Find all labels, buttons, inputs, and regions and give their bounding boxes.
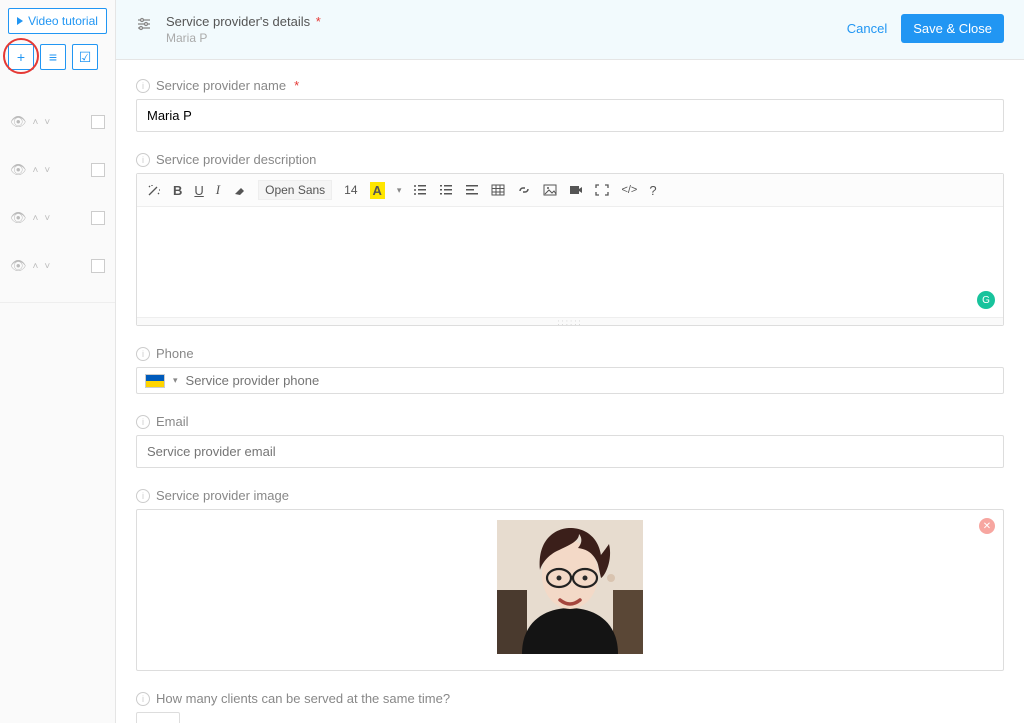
- bold-icon[interactable]: B: [173, 183, 182, 198]
- checkbox[interactable]: [91, 211, 105, 225]
- required-mark: *: [294, 78, 299, 93]
- form: i Service provider name* i Service provi…: [116, 60, 1024, 723]
- chevron-up-icon[interactable]: ˄: [33, 117, 39, 128]
- chevron-up-icon[interactable]: ˄: [33, 261, 39, 272]
- code-view-icon[interactable]: </>: [621, 184, 637, 196]
- settings-icon: [136, 16, 152, 37]
- plus-icon: +: [17, 49, 25, 65]
- sidebar-item[interactable]: 👁 ˄ ˅: [8, 110, 107, 134]
- remove-image-button[interactable]: ✕: [979, 518, 995, 534]
- image-icon[interactable]: [543, 184, 557, 196]
- chevron-down-icon[interactable]: ˅: [44, 213, 50, 224]
- table-icon[interactable]: [491, 184, 505, 196]
- field-description: i Service provider description B U I Ope…: [136, 152, 1004, 326]
- header-title: Service provider's details *: [166, 14, 321, 29]
- align-icon[interactable]: [465, 184, 479, 196]
- eye-icon: 👁: [10, 114, 27, 130]
- rich-text-editor: B U I Open Sans 14 A ▾: [136, 173, 1004, 326]
- save-close-button[interactable]: Save & Close: [901, 14, 1004, 43]
- label-email: i Email: [136, 414, 1004, 429]
- text-color-icon[interactable]: A: [370, 182, 385, 199]
- italic-icon[interactable]: I: [216, 182, 220, 198]
- checkbox[interactable]: [91, 163, 105, 177]
- fullscreen-icon[interactable]: [595, 184, 609, 196]
- chevron-down-icon[interactable]: ˅: [44, 117, 50, 128]
- chevron-up-icon[interactable]: ˄: [33, 213, 39, 224]
- font-size-select[interactable]: 14: [344, 183, 357, 197]
- info-icon: i: [136, 153, 150, 167]
- required-mark: *: [312, 14, 321, 29]
- rte-toolbar: B U I Open Sans 14 A ▾: [137, 174, 1003, 207]
- menu-icon: ≡: [49, 49, 57, 65]
- eraser-icon[interactable]: [232, 184, 246, 196]
- sidebar-item[interactable]: 👁 ˄ ˅: [8, 254, 107, 278]
- field-email: i Email: [136, 414, 1004, 468]
- label-clients: i How many clients can be served at the …: [136, 691, 1004, 706]
- eye-icon: 👁: [10, 210, 27, 226]
- underline-icon[interactable]: U: [194, 183, 203, 198]
- font-family-select[interactable]: Open Sans: [258, 180, 332, 200]
- chevron-up-icon[interactable]: ˄: [33, 165, 39, 176]
- checkbox[interactable]: [91, 115, 105, 129]
- rte-resize-handle[interactable]: ::::::: [137, 317, 1003, 325]
- sidebar-item[interactable]: 👁 ˄ ˅: [8, 206, 107, 230]
- add-button[interactable]: +: [8, 44, 34, 70]
- email-input[interactable]: [136, 435, 1004, 468]
- ul-list-icon[interactable]: [413, 184, 427, 196]
- main-content: Service provider's details * Maria P Can…: [116, 0, 1024, 723]
- help-icon[interactable]: ?: [649, 183, 656, 198]
- info-icon: i: [136, 79, 150, 93]
- chevron-down-icon[interactable]: ˅: [44, 261, 50, 272]
- sidebar-items: 👁 ˄ ˅ 👁 ˄ ˅ 👁 ˄ ˅ 👁 ˄ ˅: [8, 110, 107, 278]
- label-name: i Service provider name*: [136, 78, 1004, 93]
- video-tutorial-button[interactable]: Video tutorial: [8, 8, 107, 34]
- label-description: i Service provider description: [136, 152, 1004, 167]
- name-input[interactable]: [136, 99, 1004, 132]
- chevron-down-icon[interactable]: ˅: [44, 165, 50, 176]
- video-tutorial-label: Video tutorial: [28, 14, 98, 28]
- checkbox[interactable]: [91, 259, 105, 273]
- field-name: i Service provider name*: [136, 78, 1004, 132]
- phone-input-wrap: ▾: [136, 367, 1004, 394]
- list-button[interactable]: ≡: [40, 44, 66, 70]
- phone-input[interactable]: [186, 373, 995, 388]
- field-phone: i Phone ▾: [136, 346, 1004, 394]
- rte-body[interactable]: G: [137, 207, 1003, 317]
- info-icon: i: [136, 692, 150, 706]
- image-upload-box[interactable]: ✕: [136, 509, 1004, 671]
- info-icon: i: [136, 415, 150, 429]
- chevron-down-icon[interactable]: ▾: [173, 375, 178, 386]
- field-image: i Service provider image ✕: [136, 488, 1004, 671]
- sidebar: Video tutorial + ≡ ☑ 👁 ˄ ˅ 👁 ˄: [0, 0, 116, 723]
- flag-ukraine-icon[interactable]: [145, 374, 165, 388]
- link-icon[interactable]: [517, 184, 531, 196]
- label-phone: i Phone: [136, 346, 1004, 361]
- magic-icon[interactable]: [147, 183, 161, 197]
- label-image: i Service provider image: [136, 488, 1004, 503]
- eye-icon: 👁: [10, 258, 27, 274]
- check-icon: ☑: [79, 49, 92, 66]
- main-header: Service provider's details * Maria P Can…: [116, 0, 1024, 60]
- chevron-down-icon[interactable]: ▾: [397, 185, 402, 196]
- clients-input[interactable]: [136, 712, 180, 723]
- field-clients: i How many clients can be served at the …: [136, 691, 1004, 723]
- check-button[interactable]: ☑: [72, 44, 98, 70]
- sidebar-item[interactable]: 👁 ˄ ˅: [8, 158, 107, 182]
- header-subtitle: Maria P: [166, 31, 321, 45]
- cancel-button[interactable]: Cancel: [847, 21, 887, 36]
- sidebar-separator: [0, 302, 115, 303]
- play-icon: [17, 17, 23, 25]
- info-icon: i: [136, 489, 150, 503]
- eye-icon: 👁: [10, 162, 27, 178]
- video-icon[interactable]: [569, 184, 583, 196]
- info-icon: i: [136, 347, 150, 361]
- provider-photo: [497, 520, 643, 654]
- ol-list-icon[interactable]: [439, 184, 453, 196]
- grammarly-icon[interactable]: G: [977, 291, 995, 309]
